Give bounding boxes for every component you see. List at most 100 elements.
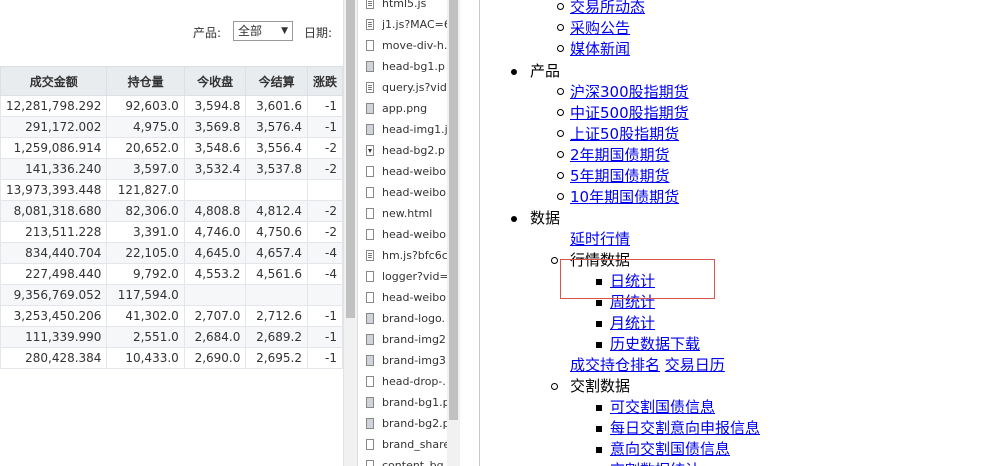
file-list-item[interactable]: head-weibo (358, 183, 447, 204)
file-list-scrollbar[interactable] (447, 0, 460, 466)
file-name: brand-bg1.p (382, 396, 447, 409)
file-list-item[interactable]: app.png (358, 99, 447, 120)
column-header[interactable]: 持仓量 (106, 66, 185, 96)
nav-section-data: 数据 (530, 209, 561, 227)
nav-link-ranking[interactable]: 成交持仓排名 (570, 356, 660, 374)
file-list-item[interactable]: j1.js?MAC=6 (358, 15, 447, 36)
file-list-item[interactable]: head-bg1.p (358, 57, 447, 78)
file-list-item[interactable]: brand-logo. (358, 309, 447, 330)
selection-highlight (560, 259, 715, 299)
dropdown-arrow-icon: ▼ (281, 26, 288, 36)
file-list-item[interactable]: head-weibo (358, 162, 447, 183)
nav-link-exchange-news[interactable]: 交易所动态 (570, 0, 645, 16)
nav-link-trading-calendar[interactable]: 交易日历 (665, 356, 725, 374)
file-list-item[interactable]: head-weibo (358, 288, 447, 309)
file-icon (366, 208, 374, 219)
date-label: 日期: (304, 26, 333, 40)
table-cell: 3,597.0 (106, 158, 185, 180)
column-header[interactable]: 成交金额 (0, 66, 108, 96)
file-list-item[interactable]: head-weibo (358, 225, 447, 246)
table-row: 227,498.440 9,792.0 4,553.2 4,561.6 -4 (0, 263, 343, 285)
file-name: app.png (382, 102, 428, 115)
table-row: 8,081,318.680 82,306.0 4,808.8 4,812.4 -2 (0, 200, 343, 222)
file-list-item[interactable]: new.html (358, 204, 447, 225)
nav-link-procurement[interactable]: 采购公告 (570, 19, 630, 37)
file-name: new.html (382, 207, 433, 220)
table-cell: 280,428.384 (0, 347, 108, 369)
nav-link-market-data[interactable]: 历史数据下载 (610, 335, 700, 353)
nav-link-delivery[interactable]: 可交割国债信息 (610, 398, 715, 416)
nav-link-product[interactable]: 5年期国债期货 (570, 167, 670, 185)
table-cell: 2,695.2 (245, 347, 308, 369)
file-icon (366, 271, 374, 282)
file-name: brand-bg2.p (382, 417, 447, 430)
daily-stats-table: 成交金额 持仓量 今收盘 今结算 涨跌 12,281,798.292 92,603.0 3,… (0, 66, 343, 369)
table-cell: 2,551.0 (106, 326, 185, 348)
file-list-item[interactable]: brand-bg2.p (358, 414, 447, 435)
nav-link-product[interactable]: 上证50股指期货 (570, 125, 679, 143)
image-file-icon (366, 355, 374, 366)
table-cell: 3,556.4 (245, 137, 308, 159)
file-list-item[interactable]: head-bg2.p (358, 141, 447, 162)
js-file-icon (366, 0, 374, 9)
file-list-scroll-thumb[interactable] (449, 0, 458, 420)
file-name: query.js?vid (382, 81, 447, 94)
file-list-item[interactable]: hm.js?bfc6c (358, 246, 447, 267)
file-list-item[interactable]: move-div-h. (358, 36, 447, 57)
file-list-item[interactable]: query.js?vid (358, 78, 447, 99)
file-list-item[interactable]: head-drop-. (358, 372, 447, 393)
table-row: 280,428.384 10,433.0 2,690.0 2,695.2 -1 (0, 347, 343, 369)
file-list-item[interactable]: logger?vid= (358, 267, 447, 288)
table-cell: 3,594.8 (183, 95, 247, 117)
table-cell: 4,975.0 (106, 116, 185, 138)
table-header-row: 成交金额 持仓量 今收盘 今结算 涨跌 (0, 66, 343, 96)
nav-link-product[interactable]: 2年期国债期货 (570, 146, 670, 164)
file-icon (366, 166, 374, 177)
file-list-item[interactable]: brand-img3 (358, 351, 447, 372)
column-header[interactable]: 今收盘 (183, 66, 247, 96)
file-name: brand-logo. (382, 312, 445, 325)
dropdown-icon (366, 145, 374, 156)
table-cell: 213,511.228 (0, 221, 108, 243)
list-bullet-icon (551, 383, 558, 390)
product-select[interactable]: 全部 ▼ (233, 21, 293, 41)
list-bullet-icon (596, 321, 602, 327)
table-cell: -1 (306, 305, 343, 327)
table-row: 141,336.240 3,597.0 3,532.4 3,537.8 -2 (0, 158, 343, 180)
nav-link-product[interactable]: 沪深300股指期货 (570, 83, 689, 101)
network-file-list: html5.js j1.js?MAC=6 move-div-h. head-bg1.p… (357, 0, 460, 466)
table-cell: -2 (306, 221, 343, 243)
nav-link-product[interactable]: 10年期国债期货 (570, 188, 679, 206)
table-cell: 3,532.4 (183, 158, 247, 180)
image-file-icon (366, 61, 374, 72)
column-header[interactable]: 涨跌 (306, 66, 343, 96)
nav-link-delivery[interactable]: 意向交割国债信息 (610, 440, 730, 458)
file-list-item[interactable]: head-img1.j (358, 120, 447, 141)
nav-link-delivery[interactable]: 交割数据统计 (610, 461, 700, 466)
file-name: head-weibo (382, 186, 446, 199)
page-scroll-thumb[interactable] (346, 0, 355, 318)
page-scrollbar[interactable] (343, 0, 357, 466)
file-list-item[interactable]: html5.js (358, 0, 447, 15)
file-name: head-weibo (382, 228, 446, 241)
nav-link-media-news[interactable]: 媒体新闻 (570, 40, 630, 58)
nav-link-product[interactable]: 中证500股指期货 (570, 104, 689, 122)
nav-link-delayed-quotes[interactable]: 延时行情 (570, 230, 630, 248)
file-list-item[interactable]: brand-bg1.p (358, 393, 447, 414)
table-cell: 2,690.0 (183, 347, 247, 369)
list-bullet-icon (557, 45, 564, 52)
file-name: head-drop-. (382, 375, 446, 388)
list-bullet-icon (511, 216, 517, 222)
nav-link-market-data[interactable]: 月统计 (610, 314, 655, 332)
file-list-item[interactable]: content_bg (358, 456, 447, 466)
image-file-icon (366, 418, 374, 429)
table-cell: -1 (306, 95, 343, 117)
column-header[interactable]: 今结算 (245, 66, 308, 96)
file-list-item[interactable]: brand-img2 (358, 330, 447, 351)
pane-divider[interactable] (460, 0, 480, 466)
file-list-item[interactable]: brand_share (358, 435, 447, 456)
nav-link-delivery[interactable]: 每日交割意向申报信息 (610, 419, 760, 437)
table-cell (245, 284, 308, 306)
filter-bar: 产品: 全部 ▼ 日期: (0, 20, 343, 44)
js-file-icon (366, 250, 374, 261)
